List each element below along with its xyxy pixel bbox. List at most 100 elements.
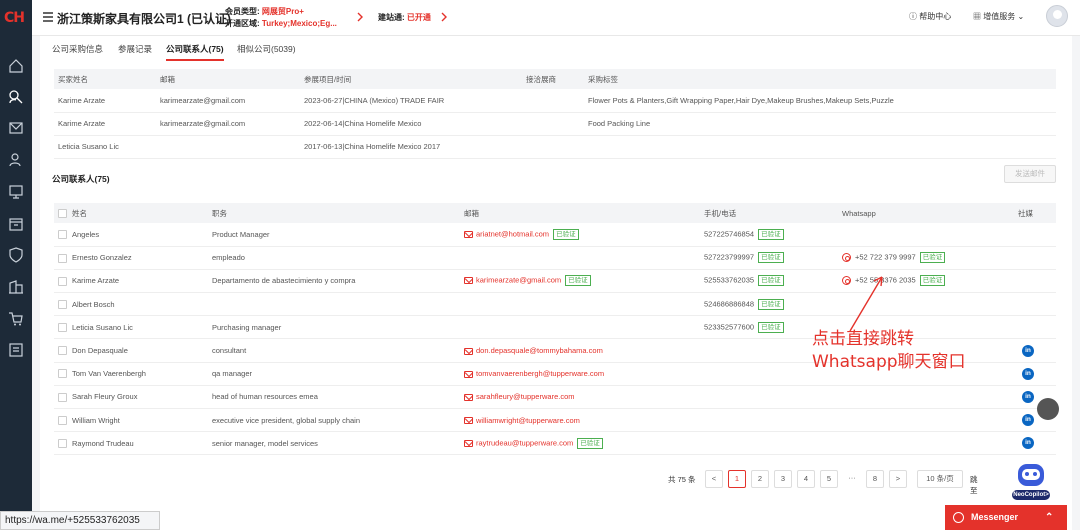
building-icon[interactable] [8,279,24,295]
select-all-checkbox[interactable] [54,203,72,223]
avatar[interactable] [1046,5,1068,27]
verified-badge: 已验证 [919,275,946,287]
monitor-icon[interactable] [8,184,24,200]
region-value[interactable]: Turkey;Mexico;Eg... [262,19,337,28]
contact-email-link[interactable]: tomvanvaerenbergh@tupperware.com [476,369,604,378]
col-exhibition: 参展项目/时间 [300,69,522,89]
contact-social-cell [1018,315,1056,340]
col-email: 邮箱 [464,203,704,223]
verified-badge: 已验证 [565,275,591,287]
contact-phone: 523352577600 [704,322,755,332]
contact-social-cell: in [1018,362,1056,386]
mail-icon[interactable] [8,120,24,136]
table-cell: Karime Arzate [54,89,156,113]
table-cell [522,89,584,113]
linkedin-icon[interactable]: in [1022,414,1034,427]
chevron-right-icon[interactable] [356,11,364,23]
linkedin-icon[interactable]: in [1022,390,1034,403]
send-email-button[interactable]: 发送邮件 [1004,165,1056,183]
contact-phone-cell [704,408,842,433]
report-icon[interactable] [8,342,24,358]
tab-purchase-info[interactable]: 公司采购信息 [52,43,103,55]
contact-email-link[interactable]: sarahfleury@tupperware.com [476,392,575,401]
chevron-up-icon[interactable]: ⌃ [1045,505,1053,530]
contact-name: Angeles [72,223,212,247]
contact-title: senior manager, model services [212,431,464,456]
contact-email-cell [464,292,704,317]
shield-icon[interactable] [8,247,24,263]
contact-phone: 527223799997 [704,252,755,262]
table-row: Leticia Susano Lic 2017-06-13|China Homel… [54,135,1056,159]
contact-whatsapp-cell [842,223,1018,247]
contact-phone: 527225746854 [704,229,755,239]
help-center[interactable]: ⓘ 帮助中心 [909,11,951,22]
help-icon: ⓘ [909,12,917,21]
row-checkbox[interactable] [58,276,67,286]
verified-badge: 已验证 [758,321,784,333]
tab-exhibition-records[interactable]: 参展记录 [118,43,152,55]
page-4[interactable]: 4 [797,470,815,488]
contact-email-link[interactable]: karimearzate@gmail.com [476,276,561,285]
row-checkbox[interactable] [58,230,67,240]
neocopilot-bot[interactable]: NeoCopilot> [1010,462,1052,502]
exhibition-table: 买家姓名 邮箱 参展项目/时间 接洽展商 采购标签 Karime Arzate k… [54,69,1056,159]
floating-action-button[interactable] [1037,398,1059,420]
site-value[interactable]: 已开通 [407,13,431,22]
page-ellipsis[interactable]: ··· [843,470,861,488]
row-checkbox[interactable] [58,323,67,333]
contact-phone-cell [704,431,842,456]
page-size-select[interactable]: 10 条/页 [917,470,963,488]
mail-icon [464,347,473,355]
table-cell: Flower Pots & Planters,Gift Wrapping Pap… [584,89,1056,113]
contact-email-link[interactable]: williamwright@tupperware.com [476,416,580,425]
tab-contacts[interactable]: 公司联系人(75) [166,43,224,61]
contact-email-link[interactable]: don.depasquale@tommybahama.com [476,346,603,355]
value-added-service[interactable]: ▦ 增值服务 ⌄ [973,11,1024,22]
page-2[interactable]: 2 [751,470,769,488]
page-3[interactable]: 3 [774,470,792,488]
link-status-bar: https://wa.me/+525533762035 [0,511,160,530]
page-8[interactable]: 8 [866,470,884,488]
box-icon[interactable] [8,216,24,232]
linkedin-icon[interactable]: in [1022,344,1034,357]
contact-social-cell: in [1018,338,1056,363]
tab-similar-companies[interactable]: 相似公司(5039) [237,43,296,55]
table-cell [156,135,300,159]
col-email: 邮箱 [156,69,300,89]
user-icon[interactable] [8,152,24,168]
whatsapp-link[interactable]: +52 722 379 9997 [855,253,916,262]
table-cell: karimearzate@gmail.com [156,89,300,113]
row-checkbox[interactable] [58,369,67,379]
chevron-right-icon[interactable] [440,11,448,23]
contact-email-link[interactable]: raytrudeau@tupperware.com [476,438,573,447]
linkedin-icon[interactable]: in [1022,367,1034,380]
contact-row: Albert Bosch 524686886848 已验证 [54,292,1056,317]
page-1[interactable]: 1 [728,470,746,488]
row-checkbox[interactable] [58,392,67,402]
prev-page-button[interactable]: < [705,470,723,488]
home-icon[interactable] [8,58,24,74]
page-5[interactable]: 5 [820,470,838,488]
contact-row: Ernesto Gonzalez empleado 527223799997 已验证 +… [54,246,1056,270]
contact-name: Leticia Susano Lic [72,315,212,340]
verified-badge: 已验证 [553,228,579,240]
row-checkbox[interactable] [58,299,67,309]
whatsapp-icon [842,253,851,263]
linkedin-icon[interactable]: in [1022,437,1034,450]
table-cell: Karime Arzate [54,112,156,136]
menu-icon[interactable] [42,11,54,23]
cart-icon[interactable] [8,311,24,327]
messenger-button[interactable]: Messenger ⌃ [945,505,1067,530]
row-checkbox-cell [54,408,72,433]
chevron-down-icon: ⌄ [1017,12,1025,21]
row-checkbox[interactable] [58,415,67,425]
member-type-label: 会员类型: [225,7,260,16]
next-page-button[interactable]: > [889,470,907,488]
row-checkbox[interactable] [58,346,67,356]
contact-social-cell [1018,292,1056,317]
search-user-icon[interactable] [8,89,24,105]
row-checkbox[interactable] [58,439,67,449]
row-checkbox[interactable] [58,253,67,263]
contact-email-link[interactable]: ariatnet@hotmail.com [476,229,549,238]
contact-phone-cell: 527223799997 已验证 [704,246,842,270]
